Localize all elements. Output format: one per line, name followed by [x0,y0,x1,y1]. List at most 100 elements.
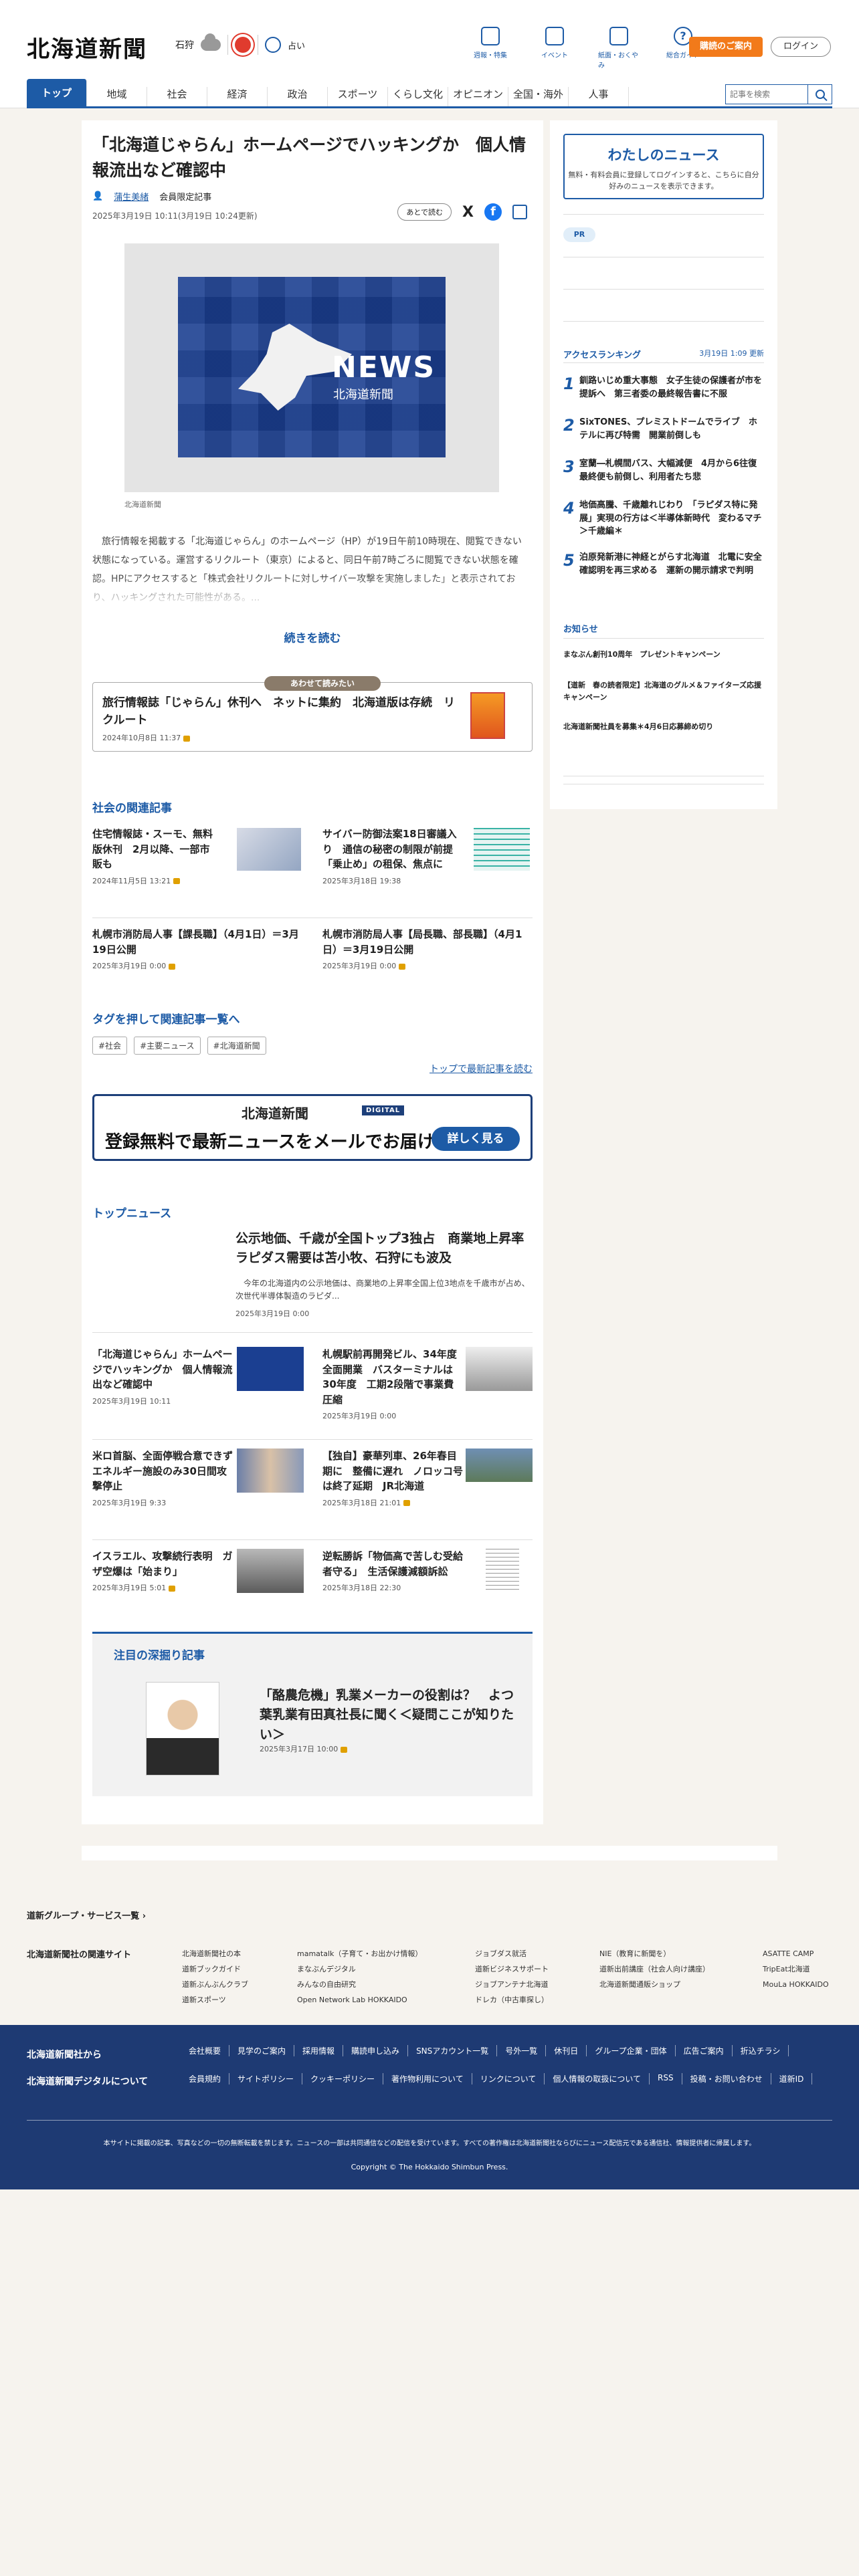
top-news-item[interactable]: 米ロ首脳、全面停戦合意できず エネルギー施設のみ30日間攻撃停止 2025年3月… [92,1448,243,1509]
related-item[interactable]: 札幌市消防局人事【局長職、部長職】（4月1日）＝3月19日公開 2025年3月1… [322,927,530,972]
site-link[interactable]: 道新ぶんぶんクラブ [182,1977,248,1992]
author-link[interactable]: 蒲生美緒 [114,190,149,203]
site-link[interactable]: ジョブアンテナ北海道 [475,1977,549,1992]
newsletter-banner[interactable]: 北海道新聞 DIGITAL 登録無料で最新ニュースをメールでお届け 詳しく見る [92,1094,533,1161]
footer-link[interactable]: リンクについて [472,2073,545,2084]
notice-item[interactable]: 北海道新聞社員を募集＊4月6日応募締め切り [563,721,764,733]
notice-item[interactable]: まなぶん創刊10周年 プレゼントキャンペーン [563,649,764,661]
site-link[interactable]: まなぶんデジタル [297,1961,422,1977]
search-icon [815,90,825,99]
tool-events[interactable]: イベント [534,27,575,70]
deep-dive-heading[interactable]: 注目の深掘り記事 [114,1646,205,1662]
footer-link[interactable]: RSS [650,2073,682,2084]
footer-link[interactable]: 道新ID [771,2073,813,2084]
tool-paper[interactable]: 紙面・おくやみ [598,27,640,70]
tool-features[interactable]: 週報・特集 [470,27,511,70]
nav-top[interactable]: トップ [27,79,87,106]
footer-link[interactable]: サイトポリシー [229,2073,303,2084]
top-news-item[interactable]: イスラエル、攻撃続行表明 ガザ空爆は「始まり」 2025年3月19日 5:01 [92,1549,233,1594]
site-link[interactable]: mamatalk（子育て・お出かけ情報） [297,1946,422,1961]
footer-link[interactable]: 広告ご案内 [676,2045,733,2056]
footer-link[interactable]: 会員規約 [181,2073,230,2084]
footer-link[interactable]: 見学のご案内 [229,2045,295,2056]
footer-link[interactable]: 投稿・お問い合わせ [682,2073,771,2084]
site-link[interactable]: 道新ブックガイド [182,1961,248,1977]
footer-link[interactable]: 著作物利用について [383,2073,472,2084]
search-input[interactable] [725,84,808,104]
top-news-thumbnail [237,1549,304,1593]
nav-personnel[interactable]: 人事 [569,87,629,106]
site-logo[interactable]: 北海道新聞 [27,31,147,64]
banner-more-button[interactable]: 詳しく見る [432,1127,520,1151]
site-link[interactable]: 北海道新聞通販ショップ [599,1977,710,1992]
footer-link[interactable]: 個人情報の取扱について [545,2073,650,2084]
weather-widget[interactable]: 石狩 占い [175,33,305,55]
nav-society[interactable]: 社会 [147,87,207,106]
footer-link[interactable]: 採用情報 [294,2045,344,2056]
footer-link[interactable]: 会社概要 [181,2045,230,2056]
top-news-item[interactable]: 札幌駅前再開発ビル、34年度全面開業 バスターミナルは30年度 工期2段階で事業… [322,1347,463,1422]
notice-heading[interactable]: お知らせ [563,622,598,635]
nav-culture[interactable]: くらし文化 [388,87,448,106]
save-later-button[interactable]: あとで読む [397,203,452,221]
also-read-card[interactable]: あわせて読みたい 旅行情報誌「じゃらん」休刊へ ネットに集約 北海道版は存続 リ… [92,676,533,752]
site-link[interactable]: TripEat北海道 [763,1961,829,1977]
site-link[interactable]: ジョブダス就活 [475,1946,549,1961]
nav-economy[interactable]: 経済 [207,87,268,106]
tag-society[interactable]: #社会 [92,1037,128,1055]
read-more-link[interactable]: 続きを読む [82,629,543,645]
nav-opinion[interactable]: オピニオン [448,87,508,106]
site-link[interactable]: ドレカ（中古車探し） [475,1992,549,2008]
top-news-lead-title[interactable]: 公示地価、千歳が全国トップ3独占 商業地上昇率 ラピダス需要は苫小牧、石狩にも波… [235,1229,537,1269]
site-link[interactable]: みんなの自由研究 [297,1977,422,1992]
nav-politics[interactable]: 政治 [268,87,328,106]
related-item[interactable]: 札幌市消防局人事【課長職】（4月1日）＝3月19日公開 2025年3月19日 0… [92,927,300,972]
nav-national[interactable]: 全国・海外 [508,87,569,106]
my-news-box[interactable]: わたしのニュース 無料・有料会員に登録してログインすると、こちらに自分好みのニュ… [563,134,764,199]
footer-link[interactable]: グループ企業・団体 [587,2045,676,2056]
related-item[interactable]: サイバー防御法案18日審議入り 通信の秘密の制限が前提 「乗止め」の租保、焦点に… [322,827,463,887]
site-link[interactable]: MouLa HOKKAIDO [763,1977,829,1992]
site-link[interactable]: NIE（教育に新聞を） [599,1946,710,1961]
top-news-item[interactable]: 逆転勝訴「物価高で苦しむ受給者守る」 生活保護減額訴訟 2025年3月18日 2… [322,1549,463,1594]
tag-hokkaido-shimbun[interactable]: #北海道新聞 [207,1037,266,1055]
login-button[interactable]: ログイン [771,37,831,57]
footer-digital-heading: 北海道新聞デジタルについて [27,2076,149,2087]
site-link[interactable]: Open Network Lab HOKKAIDO [297,1992,422,2008]
to-latest-link[interactable]: トップで最新記事を読む [430,1062,533,1075]
ranking-item[interactable]: 3 室蘭―札幌間バス、大幅減便 4月から6往復 最終便も前倒し、利用者たち悲 [563,457,765,484]
nav-sports[interactable]: スポーツ [328,87,388,106]
ranking-item[interactable]: 4 地価高騰、千歳離れじわり 「ラピダス特に発展」実現の行方は＜半導体新時代 変わ… [563,499,764,538]
top-news-item[interactable]: 【独自】豪華列車、26年春目期に 整備に遅れ ノロッコ号は終了延期 JR北海道 … [322,1448,463,1509]
footer-link[interactable]: 号外一覧 [497,2045,547,2056]
deep-dive-title[interactable]: 「酪農危機」乳業メーカーの役割は？ よつ葉乳業有田真社長に聞く＜疑問ここが知りた… [260,1686,520,1745]
facebook-share-icon[interactable]: f [484,203,502,221]
notice-item[interactable]: 【道新 春の読者限定】北海道のグルメ＆ファイターズ応援キャンペーン [563,679,764,703]
related-sites-col: ASATTE CAMP TripEat北海道 MouLa HOKKAIDO [763,1946,829,1992]
share-icon[interactable] [512,205,527,219]
search-button[interactable] [808,84,832,104]
footer-link[interactable]: クッキーポリシー [302,2073,384,2084]
subscribe-button[interactable]: 購読のご案内 [689,37,763,57]
site-link[interactable]: 北海道新聞社の本 [182,1946,248,1961]
footer-link[interactable]: 休刊日 [546,2045,587,2056]
fortune-label[interactable]: 占い [288,39,305,51]
site-link[interactable]: ASATTE CAMP [763,1946,829,1961]
top-news-item[interactable]: 「北海道じゃらん」ホームページでハッキングか 個人情報流出など確認中 2025年… [92,1347,233,1407]
nav-region[interactable]: 地域 [87,87,147,106]
footer-link[interactable]: SNSアカウント一覧 [408,2045,498,2056]
group-services-link[interactable]: 道新グループ・サービス一覧 › [27,1909,146,1921]
footer-link[interactable]: 購読申し込み [343,2045,409,2056]
footer-link[interactable]: 折込チラシ [733,2045,789,2056]
ranking-item[interactable]: 1 釧路いじめ重大事態 女子生徒の保護者が市を提訴へ 第三者委の最終報告書に不服 [563,374,764,401]
site-link[interactable]: 道新スポーツ [182,1992,248,2008]
ranking-item[interactable]: 5 泊原発新港に神経とがらす北海道 北電に安全確認明を再三求める 運新の開示請求で… [563,551,764,577]
tag-main-news[interactable]: #主要ニュース [134,1037,201,1055]
sun-icon [235,37,251,53]
ranking-heading[interactable]: アクセスランキング [563,348,641,360]
x-share-icon[interactable]: X [462,204,474,221]
related-item[interactable]: 住宅情報誌・スーモ、無料版休刊 2月以降、一部市販も 2024年11月5日 13… [92,827,219,887]
site-link[interactable]: 道新ビジネスサポート [475,1961,549,1977]
site-link[interactable]: 道新出前講座（社会人向け講座） [599,1961,710,1977]
ranking-item[interactable]: 2 SixTONES、プレミストドームでライブ ホテルに再び特需 開業前倒しも [563,416,764,442]
